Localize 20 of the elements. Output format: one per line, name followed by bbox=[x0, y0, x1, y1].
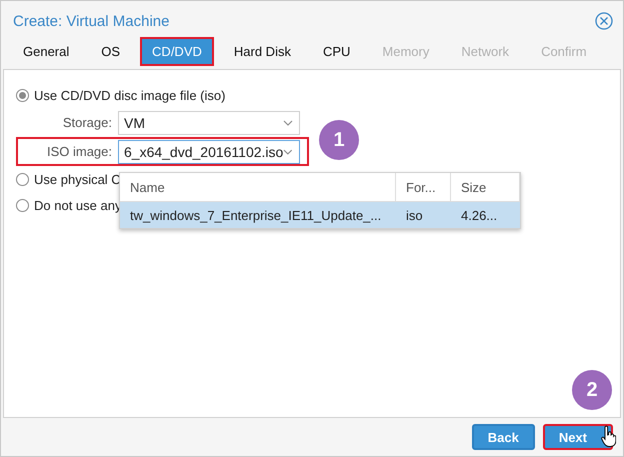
list-cell[interactable]: 4.26... bbox=[451, 202, 520, 228]
caret-icon bbox=[283, 120, 293, 126]
caret-icon bbox=[283, 148, 293, 154]
list-cell[interactable]: iso bbox=[396, 202, 451, 228]
combo-box[interactable]: 6_x64_dvd_20161102.iso bbox=[118, 140, 300, 164]
field-label: ISO image: bbox=[46, 144, 112, 159]
combo-box[interactable]: VM bbox=[118, 110, 300, 134]
option-label: Use CD/DVD disc image file (iso) bbox=[34, 88, 226, 102]
radio-button[interactable] bbox=[16, 198, 29, 212]
tab[interactable]: General bbox=[11, 36, 82, 66]
close-icon[interactable] bbox=[595, 12, 613, 30]
list-cell[interactable]: tw_windows_7_Enterprise_IE11_Update_... bbox=[120, 202, 396, 228]
radio-button[interactable] bbox=[16, 88, 29, 102]
tab[interactable]: Hard Disk bbox=[222, 36, 303, 66]
window-title: Create: Virtual Machine bbox=[13, 12, 170, 30]
tab[interactable]: OS bbox=[89, 36, 132, 66]
hand-cursor-icon bbox=[601, 425, 616, 447]
radio-button[interactable] bbox=[16, 172, 29, 186]
tab[interactable]: CPU bbox=[310, 36, 362, 66]
field-label: Storage: bbox=[62, 115, 112, 130]
